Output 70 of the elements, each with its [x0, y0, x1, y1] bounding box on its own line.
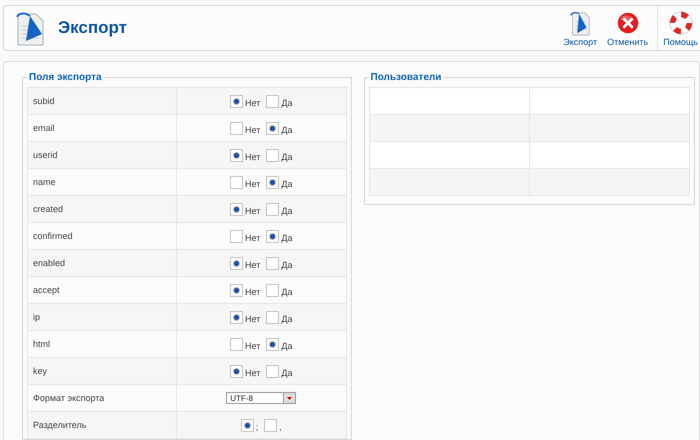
- field-label: ip: [33, 312, 40, 322]
- radio-button[interactable]: [230, 176, 244, 188]
- option-label: Да: [281, 232, 292, 242]
- field-label: accept: [33, 285, 60, 295]
- radio-button[interactable]: [230, 364, 244, 378]
- panel-legend: Пользователи: [368, 72, 444, 83]
- toolbar-button[interactable]: Экспорт: [558, 6, 602, 50]
- field-label: html: [33, 339, 50, 349]
- option-label: Да: [281, 98, 292, 108]
- radio-button[interactable]: [266, 122, 280, 134]
- option-label: Нет: [245, 260, 260, 270]
- field-label: Разделитель: [33, 420, 86, 430]
- option-label: Нет: [245, 314, 260, 324]
- radio-button[interactable]: [230, 148, 244, 162]
- radio-button[interactable]: [230, 94, 244, 108]
- field-label: created: [33, 204, 64, 214]
- radio-button[interactable]: [266, 148, 280, 162]
- option-label: Нет: [245, 286, 260, 296]
- option-label: Да: [281, 286, 292, 296]
- option-label: Нет: [245, 232, 260, 242]
- radio-button[interactable]: [264, 418, 278, 432]
- option-label: Да: [281, 260, 292, 270]
- option-label: Да: [281, 124, 292, 134]
- radio-button[interactable]: [266, 338, 280, 350]
- lifebuoy-icon: [666, 9, 695, 37]
- option-label: Нет: [245, 124, 260, 134]
- toolbar-button[interactable]: Помощь: [657, 6, 700, 50]
- option-label: Нет: [245, 368, 260, 378]
- radio-button[interactable]: [266, 256, 280, 270]
- option-label: Да: [281, 178, 292, 188]
- toolbar-button[interactable]: Отменить: [602, 6, 654, 50]
- radio-button[interactable]: [266, 176, 280, 188]
- option-label: Нет: [245, 152, 260, 162]
- field-label: userid: [33, 150, 58, 160]
- radio-button[interactable]: [230, 310, 244, 324]
- option-label: Да: [281, 340, 292, 350]
- radio-button[interactable]: [230, 256, 244, 270]
- field-label: subid: [33, 96, 55, 106]
- radio-button[interactable]: [266, 310, 280, 324]
- option-label: Да: [281, 314, 292, 324]
- option-label: Нет: [245, 98, 260, 108]
- option-label: Нет: [245, 178, 260, 188]
- radio-button[interactable]: [266, 94, 280, 108]
- option-label: Нет: [245, 340, 260, 350]
- radio-button[interactable]: [266, 202, 280, 216]
- field-label: key: [33, 366, 48, 376]
- radio-button[interactable]: [266, 364, 280, 378]
- field-label: name: [33, 177, 56, 187]
- radio-button[interactable]: [240, 418, 254, 432]
- panel-legend: Поля экспорта: [27, 72, 104, 83]
- field-label: email: [33, 123, 55, 133]
- option-label: Да: [281, 368, 292, 378]
- field-label: confirmed: [33, 231, 73, 241]
- radio-button[interactable]: [266, 284, 280, 296]
- option-label: ,: [279, 422, 282, 432]
- field-label: Формат экспорта: [33, 393, 104, 403]
- radio-button[interactable]: [230, 122, 244, 134]
- radio-button[interactable]: [230, 284, 244, 296]
- radio-button[interactable]: [230, 202, 244, 216]
- page-title: Экспорт: [58, 18, 127, 38]
- option-label: Нет: [245, 206, 260, 216]
- option-label: Да: [281, 206, 292, 216]
- radio-button[interactable]: [266, 230, 280, 242]
- radio-button[interactable]: [230, 230, 244, 242]
- format-dropdown[interactable]: UTF-8: [226, 392, 296, 404]
- option-label: Да: [281, 152, 292, 162]
- option-label: ;: [256, 422, 258, 432]
- field-label: enabled: [33, 258, 66, 268]
- caret-icon: [283, 393, 296, 403]
- radio-button[interactable]: [230, 338, 244, 350]
